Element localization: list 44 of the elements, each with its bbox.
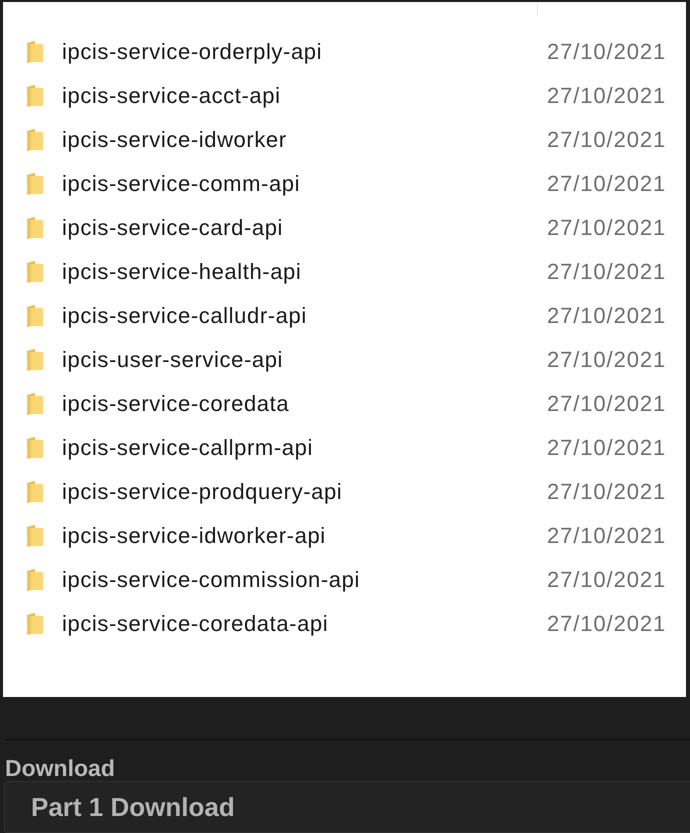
folder-icon <box>26 349 44 371</box>
date-modified: 27/10/2021 <box>547 391 666 417</box>
folder-icon <box>26 261 44 283</box>
download-button[interactable]: Part 1 Download <box>4 781 690 833</box>
folder-icon <box>26 525 44 547</box>
folder-icon <box>26 613 44 635</box>
folder-name[interactable]: ipcis-service-health-api <box>62 259 532 285</box>
folder-name[interactable]: ipcis-service-calludr-api <box>62 303 532 329</box>
folder-icon <box>26 41 44 63</box>
date-modified: 27/10/2021 <box>547 83 666 109</box>
date-modified: 27/10/2021 <box>547 523 666 549</box>
date-modified: 27/10/2021 <box>547 347 666 373</box>
folder-icon <box>26 437 44 459</box>
folder-icon <box>26 305 44 327</box>
date-modified: 27/10/2021 <box>547 215 666 241</box>
section-heading: Download <box>5 756 115 780</box>
folder-name[interactable]: ipcis-service-idworker <box>62 127 532 153</box>
folder-name[interactable]: ipcis-service-acct-api <box>62 83 532 109</box>
date-modified: 27/10/2021 <box>547 171 666 197</box>
date-modified: 27/10/2021 <box>547 303 666 329</box>
folder-name[interactable]: ipcis-service-prodquery-api <box>62 479 532 505</box>
date-modified: 27/10/2021 <box>547 259 666 285</box>
date-modified: 27/10/2021 <box>547 435 666 461</box>
folder-icon <box>26 217 44 239</box>
folder-icon <box>26 481 44 503</box>
folder-icon <box>26 569 44 591</box>
folder-name[interactable]: ipcis-service-callprm-api <box>62 435 532 461</box>
folder-icon <box>26 129 44 151</box>
date-modified: 27/10/2021 <box>547 611 666 637</box>
folder-icon <box>26 393 44 415</box>
folder-name[interactable]: ipcis-service-orderply-api <box>62 39 532 65</box>
folder-name[interactable]: ipcis-user-service-api <box>62 347 532 373</box>
folder-name[interactable]: ipcis-service-coredata <box>62 391 532 417</box>
folder-name[interactable]: ipcis-service-commission-api <box>62 567 532 593</box>
folder-icon <box>26 85 44 107</box>
date-modified: 27/10/2021 <box>547 127 666 153</box>
date-modified: 27/10/2021 <box>547 479 666 505</box>
date-modified: 27/10/2021 <box>547 567 666 593</box>
folder-name[interactable]: ipcis-service-comm-api <box>62 171 532 197</box>
folder-icon <box>26 173 44 195</box>
folder-name[interactable]: ipcis-service-card-api <box>62 215 532 241</box>
folder-name[interactable]: ipcis-service-idworker-api <box>62 523 532 549</box>
date-modified: 27/10/2021 <box>547 39 666 65</box>
folder-name[interactable]: ipcis-service-coredata-api <box>62 611 532 637</box>
